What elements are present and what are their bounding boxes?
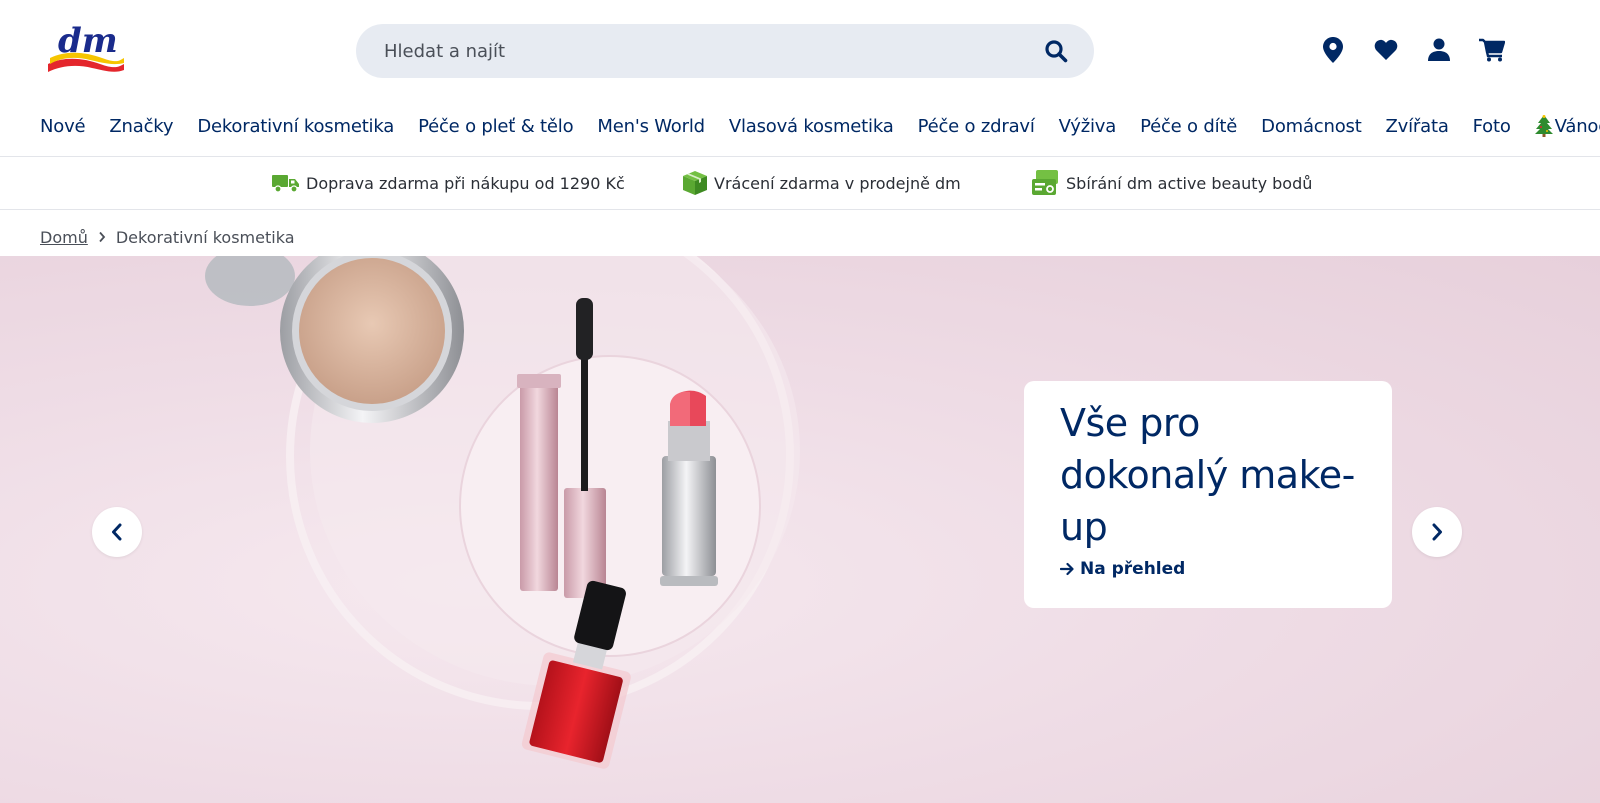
delivery-truck-icon [272, 175, 299, 193]
main-navigation: Nové Značky Dekorativní kosmetika Péče o… [40, 108, 1600, 144]
arrow-right-icon [1060, 562, 1074, 576]
nav-item-label: Vlasová kosmetika [728, 115, 894, 137]
loyalty-card-icon [1032, 170, 1058, 195]
nav-item-label: Péče o pleť & tělo [418, 115, 574, 137]
hero-link-label: Na přehled [1080, 559, 1186, 579]
nav-item-nove[interactable]: Nové [40, 115, 86, 137]
chevron-left-icon [112, 523, 122, 541]
benefit-free-returns[interactable]: Vrácení zdarma v prodejně dm [682, 157, 961, 209]
breadcrumb-current: Dekorativní kosmetika [115, 227, 295, 247]
benefits-bar: Doprava zdarma při nákupu od 1290 Kč Vrá… [0, 157, 1600, 209]
account-button[interactable] [1426, 34, 1452, 66]
nav-item-label: Péče o dítě [1140, 115, 1238, 137]
nav-item-mens-world[interactable]: Men's World [597, 115, 705, 137]
benefit-free-shipping[interactable]: Doprava zdarma při nákupu od 1290 Kč [272, 157, 625, 209]
carousel-next-button[interactable] [1412, 507, 1462, 557]
benefit-text: Vrácení zdarma v prodejně dm [714, 173, 961, 193]
chevron-right-icon [98, 231, 106, 243]
header-icons [1320, 34, 1505, 66]
nav-item-pece-o-plet-telo[interactable]: Péče o pleť & tělo [418, 115, 574, 137]
user-icon [1428, 38, 1450, 61]
nav-item-vanoce[interactable]: Vánoce [1534, 115, 1600, 137]
nav-item-label: Výživa [1058, 115, 1117, 137]
nav-item-label: Zvířata [1385, 115, 1449, 137]
dm-logo[interactable]: dm [44, 20, 126, 78]
site-header: dm [0, 0, 1600, 100]
nav-item-label: Dekorativní kosmetika [197, 115, 395, 137]
cart-icon [1479, 38, 1505, 62]
nav-item-vlasova-kosmetika[interactable]: Vlasová kosmetika [729, 116, 894, 137]
store-locator-button[interactable] [1320, 34, 1346, 66]
benefit-text: Sbírání dm active beauty bodů [1066, 173, 1313, 193]
heart-icon [1374, 39, 1398, 60]
nav-item-label: Domácnost [1261, 115, 1362, 137]
hero-card: Vše pro dokonalý make-up Na přehled [1024, 381, 1392, 608]
divider [0, 209, 1600, 210]
benefit-text: Doprava zdarma při nákupu od 1290 Kč [306, 173, 625, 193]
nav-item-label: Péče o zdraví [917, 115, 1035, 137]
location-pin-icon [1323, 37, 1343, 63]
breadcrumb: Domů Dekorativní kosmetika [40, 226, 295, 248]
package-box-icon [683, 171, 707, 195]
nav-item-pece-o-zdravi[interactable]: Péče o zdraví [918, 116, 1035, 137]
nav-item-pece-o-dite[interactable]: Péče o dítě [1140, 116, 1237, 137]
hero-banner: Vše pro dokonalý make-up Na přehled [0, 256, 1600, 803]
carousel-prev-button[interactable] [92, 507, 142, 557]
favorites-button[interactable] [1373, 34, 1399, 66]
benefit-active-beauty[interactable]: Sbírání dm active beauty bodů [1032, 157, 1312, 209]
search-icon [1045, 40, 1068, 63]
nav-item-zvirata[interactable]: Zvířata [1386, 116, 1449, 137]
cart-button[interactable] [1479, 34, 1505, 66]
nav-item-domacnost[interactable]: Domácnost [1261, 115, 1362, 137]
search-bar [356, 24, 1094, 78]
nav-item-label: Men's World [597, 115, 705, 137]
nav-item-label: Nové [40, 115, 86, 137]
search-button[interactable] [1026, 24, 1086, 78]
search-input[interactable] [356, 24, 1026, 78]
nav-item-label: Vánoce [1554, 115, 1600, 137]
nav-item-znacky[interactable]: Značky [109, 116, 173, 137]
nav-item-dekorativni-kosmetika[interactable]: Dekorativní kosmetika [197, 116, 394, 137]
hero-overview-link[interactable]: Na přehled [1060, 559, 1185, 579]
nav-item-label: Značky [109, 115, 174, 137]
chevron-right-icon [1432, 523, 1442, 541]
nav-item-vyziva[interactable]: Výživa [1058, 115, 1117, 137]
svg-text:dm: dm [58, 21, 118, 61]
breadcrumb-home-link[interactable]: Domů [40, 228, 88, 247]
hero-title: Vše pro dokonalý make-up [1060, 401, 1355, 549]
nav-item-label: Foto [1472, 115, 1511, 137]
nav-item-foto[interactable]: Foto [1473, 116, 1511, 137]
christmas-tree-icon [1534, 115, 1553, 137]
